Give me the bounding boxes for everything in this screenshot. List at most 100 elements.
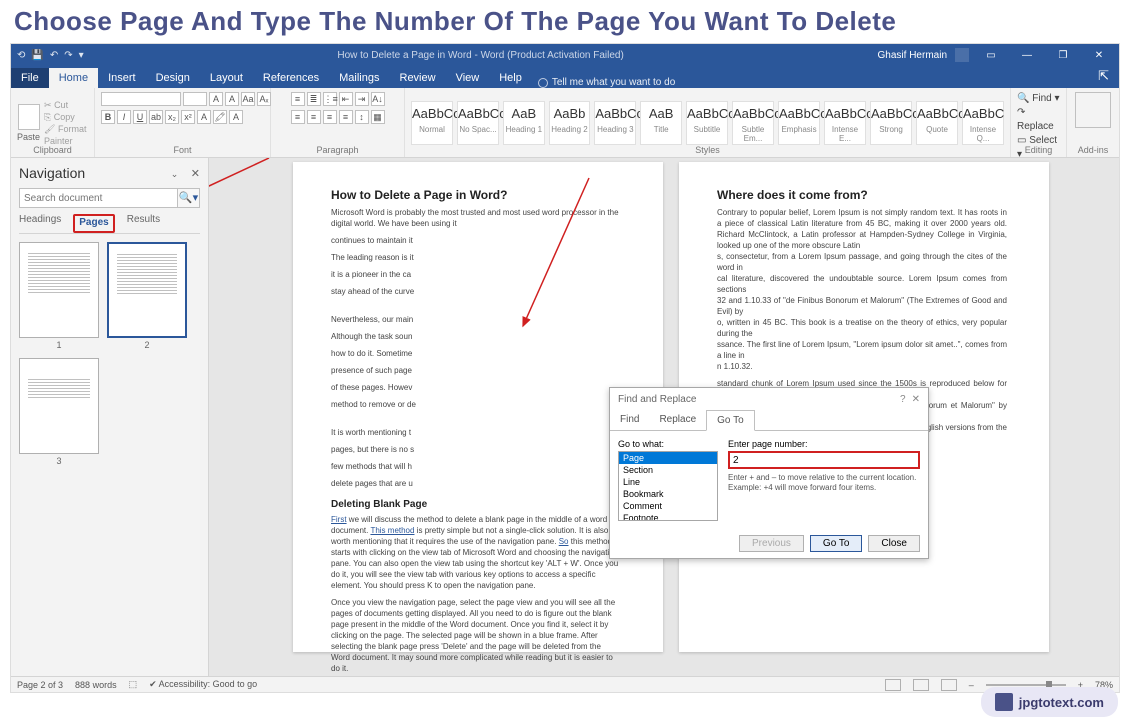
autosave-icon[interactable]: ⟲ xyxy=(17,50,25,61)
nav-tab-results[interactable]: Results xyxy=(127,214,160,233)
thumbnail-page-3[interactable] xyxy=(19,358,99,454)
list-item[interactable]: Page xyxy=(619,452,717,464)
tab-layout[interactable]: Layout xyxy=(200,68,253,88)
style-card[interactable]: AaBbCcDdSubtitle xyxy=(686,101,728,145)
line-spacing-button[interactable]: ↕ xyxy=(355,110,369,124)
minimize-button[interactable]: ― xyxy=(1013,50,1041,61)
previous-button[interactable]: Previous xyxy=(739,535,804,552)
text-effects-button[interactable]: A xyxy=(197,110,211,124)
highlight-button[interactable]: 🖍 xyxy=(213,110,227,124)
increase-indent-button[interactable]: ⇥ xyxy=(355,92,369,106)
sort-button[interactable]: A↓ xyxy=(371,92,385,106)
nav-collapse-icon[interactable]: ⌄ xyxy=(171,169,179,179)
style-card[interactable]: AaBbCcDdSubtle Em... xyxy=(732,101,774,145)
replace-button[interactable]: ↷ Replace xyxy=(1017,106,1060,134)
clear-format-button[interactable]: Aₓ xyxy=(257,92,271,106)
close-button[interactable]: ✕ xyxy=(1085,50,1113,61)
underline-button[interactable]: U xyxy=(133,110,147,124)
subscript-button[interactable]: x₂ xyxy=(165,110,179,124)
align-right-button[interactable]: ≡ xyxy=(323,110,337,124)
font-color-button[interactable]: A xyxy=(229,110,243,124)
change-case-button[interactable]: Aa xyxy=(241,92,255,106)
tab-file[interactable]: File xyxy=(11,68,49,88)
cut-button[interactable]: ✂ Cut xyxy=(44,99,88,111)
thumbnail-page-2[interactable] xyxy=(107,242,187,338)
nav-search[interactable]: 🔍▾ xyxy=(19,188,200,208)
nav-close-icon[interactable]: ✕ xyxy=(191,168,200,180)
addins-button[interactable] xyxy=(1075,92,1111,128)
bullets-button[interactable]: ≡ xyxy=(291,92,305,106)
nav-tab-headings[interactable]: Headings xyxy=(19,214,61,233)
paste-button[interactable]: Paste xyxy=(17,104,40,142)
document-page-1[interactable]: How to Delete a Page in Word? Microsoft … xyxy=(293,162,663,652)
superscript-button[interactable]: x² xyxy=(181,110,195,124)
redo-icon[interactable]: ↷ xyxy=(64,50,72,61)
find-button[interactable]: 🔍 Find ▾ xyxy=(1017,92,1060,106)
user-avatar[interactable] xyxy=(955,48,969,62)
goto-button[interactable]: Go To xyxy=(810,535,863,552)
justify-button[interactable]: ≡ xyxy=(339,110,353,124)
tab-insert[interactable]: Insert xyxy=(98,68,146,88)
copy-button[interactable]: ⎘ Copy xyxy=(44,111,88,123)
style-card[interactable]: AaBbCcDdIntense E... xyxy=(824,101,866,145)
tab-help[interactable]: Help xyxy=(489,68,532,88)
status-lang-icon[interactable]: ⬚ xyxy=(129,679,138,690)
style-card[interactable]: AaBbCcDdStrong xyxy=(870,101,912,145)
numbering-button[interactable]: ≣ xyxy=(307,92,321,106)
zoom-out-button[interactable]: – xyxy=(969,680,974,690)
status-words[interactable]: 888 words xyxy=(75,680,117,690)
style-card[interactable]: AaBbCcDdNormal xyxy=(411,101,453,145)
page-number-input[interactable] xyxy=(728,451,920,469)
close-dialog-button[interactable]: Close xyxy=(868,535,920,552)
nav-search-input[interactable] xyxy=(20,189,177,207)
list-item[interactable]: Comment xyxy=(619,500,717,512)
thumbnail-page-1[interactable] xyxy=(19,242,99,338)
shading-button[interactable]: ▦ xyxy=(371,110,385,124)
tab-mailings[interactable]: Mailings xyxy=(329,68,389,88)
dialog-help-icon[interactable]: ? xyxy=(900,394,906,405)
tab-home[interactable]: Home xyxy=(49,68,98,88)
shrink-font-button[interactable]: A xyxy=(225,92,239,106)
style-card[interactable]: AaBbCcDdQuote xyxy=(916,101,958,145)
style-card[interactable]: AaBHeading 1 xyxy=(503,101,545,145)
style-card[interactable]: AaBbCcDdNo Spac... xyxy=(457,101,499,145)
share-icon[interactable]: ⇱ xyxy=(1088,64,1119,88)
style-card[interactable]: AaBbCcDHeading 3 xyxy=(594,101,636,145)
bold-button[interactable]: B xyxy=(101,110,115,124)
dialog-tab-replace[interactable]: Replace xyxy=(649,410,706,430)
tab-review[interactable]: Review xyxy=(390,68,446,88)
style-card[interactable]: AaBbCcDdEmphasis xyxy=(778,101,820,145)
list-item[interactable]: Line xyxy=(619,476,717,488)
tell-me-search[interactable]: Tell me what you want to do xyxy=(538,77,675,88)
italic-button[interactable]: I xyxy=(117,110,131,124)
list-item[interactable]: Bookmark xyxy=(619,488,717,500)
ribbon-options-icon[interactable]: ▭ xyxy=(977,50,1005,61)
font-family-select[interactable] xyxy=(101,92,181,106)
style-card[interactable]: AaBbHeading 2 xyxy=(549,101,591,145)
document-area[interactable]: How to Delete a Page in Word? Microsoft … xyxy=(209,158,1119,676)
save-icon[interactable]: 💾 xyxy=(31,50,43,61)
format-painter-button[interactable]: 🖌 Format Painter xyxy=(44,123,88,147)
dialog-tab-goto[interactable]: Go To xyxy=(706,410,755,431)
undo-icon[interactable]: ↶ xyxy=(50,50,58,61)
style-card[interactable]: AaBTitle xyxy=(640,101,682,145)
align-center-button[interactable]: ≡ xyxy=(307,110,321,124)
tab-references[interactable]: References xyxy=(253,68,329,88)
read-mode-button[interactable] xyxy=(885,679,901,691)
search-icon[interactable]: 🔍▾ xyxy=(177,189,199,207)
list-item[interactable]: Footnote xyxy=(619,512,717,521)
grow-font-button[interactable]: A xyxy=(209,92,223,106)
zoom-slider[interactable] xyxy=(986,684,1066,686)
decrease-indent-button[interactable]: ⇤ xyxy=(339,92,353,106)
maximize-button[interactable]: ❐ xyxy=(1049,50,1077,61)
multilevel-button[interactable]: ⋮≡ xyxy=(323,92,337,106)
web-layout-button[interactable] xyxy=(941,679,957,691)
dialog-tab-find[interactable]: Find xyxy=(610,410,649,430)
print-layout-button[interactable] xyxy=(913,679,929,691)
tab-view[interactable]: View xyxy=(446,68,490,88)
font-size-select[interactable] xyxy=(183,92,207,106)
status-page[interactable]: Page 2 of 3 xyxy=(17,680,63,690)
list-item[interactable]: Section xyxy=(619,464,717,476)
strike-button[interactable]: ab xyxy=(149,110,163,124)
style-card[interactable]: AaBbCcDdIntense Q... xyxy=(962,101,1004,145)
